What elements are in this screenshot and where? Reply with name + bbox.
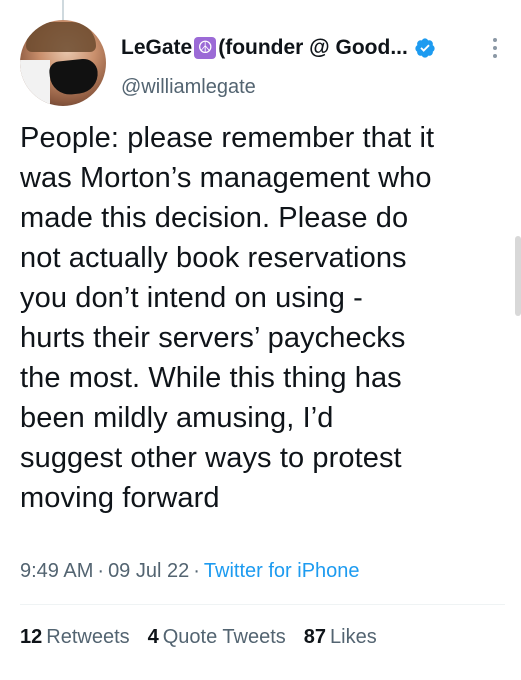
likes-count: 87: [303, 626, 327, 648]
meta-separator: ·: [193, 560, 200, 582]
author-display-name: LeGate: [121, 36, 193, 59]
quote-tweets-stat[interactable]: 4 Quote Tweets: [148, 626, 286, 649]
tweet-date[interactable]: 09 Jul 22: [108, 560, 189, 582]
thread-connector-line: [62, 0, 64, 20]
tweet-source-link[interactable]: Twitter for iPhone: [204, 560, 360, 582]
verified-badge-icon: [415, 38, 435, 58]
peace-symbol-icon: ☮: [194, 37, 217, 59]
quote-tweets-label: Quote Tweets: [162, 626, 286, 648]
avatar-hair: [26, 22, 96, 52]
meta-separator: ·: [97, 560, 105, 582]
avatar[interactable]: [20, 20, 106, 106]
tweet-meta: 9:49 AM · 09 Jul 22 · Twitter for iPhone: [20, 560, 360, 583]
tweet-stats: 12 Retweets 4 Quote Tweets 87 Likes: [20, 626, 377, 649]
more-dot: [493, 54, 497, 58]
more-dot: [493, 38, 497, 42]
retweets-count: 12: [20, 626, 43, 648]
divider: [20, 604, 505, 605]
quote-tweets-count: 4: [147, 626, 159, 648]
tweet-text: People: please remember that it was Mort…: [20, 122, 435, 514]
likes-label: Likes: [330, 626, 377, 648]
retweets-stat[interactable]: 12 Retweets: [20, 626, 130, 649]
author-display-name-suffix: (founder @ Good...: [218, 36, 408, 59]
avatar-mask: [48, 57, 100, 97]
avatar-background: [20, 60, 50, 106]
retweets-label: Retweets: [46, 626, 130, 648]
tweet-header: LeGate ☮ (founder @ Good... @williamlega…: [20, 20, 505, 110]
author-handle[interactable]: @williamlegate: [121, 76, 256, 99]
more-options-icon[interactable]: [485, 34, 505, 62]
scrollbar[interactable]: [515, 236, 521, 316]
likes-stat[interactable]: 87 Likes: [304, 626, 377, 649]
author-name-row[interactable]: LeGate ☮ (founder @ Good...: [121, 36, 436, 60]
more-dot: [493, 46, 497, 50]
tweet-time[interactable]: 9:49 AM: [20, 560, 93, 582]
